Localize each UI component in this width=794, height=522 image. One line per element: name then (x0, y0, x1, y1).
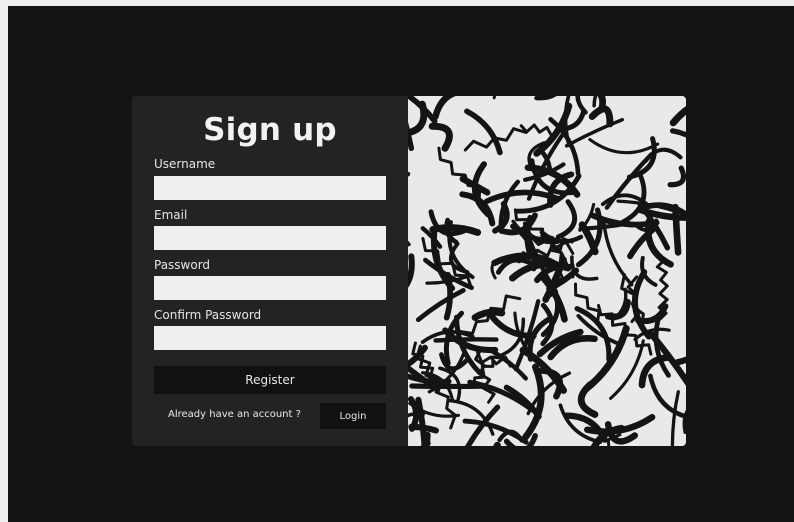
confirm-password-input[interactable] (154, 326, 386, 350)
pattern-zigzag (457, 294, 522, 335)
pattern-stroke (408, 240, 411, 247)
signup-card: Sign up Username Email Password Confirm … (132, 96, 686, 446)
pattern-stroke (575, 96, 588, 115)
pattern-zigzag (492, 96, 497, 100)
pattern-stroke (648, 373, 686, 420)
pattern-stroke (428, 122, 453, 152)
confirm-password-label: Confirm Password (154, 308, 262, 322)
pattern-stroke (420, 440, 431, 446)
squiggle-pattern-icon (408, 96, 686, 446)
pattern-stroke (588, 137, 660, 155)
login-button[interactable]: Login (320, 403, 386, 429)
pattern-stroke (667, 165, 686, 188)
email-label: Email (154, 208, 188, 222)
username-input[interactable] (154, 176, 386, 200)
pattern-zigzag (519, 123, 554, 138)
email-input[interactable] (154, 226, 386, 250)
pattern-stroke (674, 356, 686, 366)
pattern-stroke (555, 199, 578, 240)
pattern-stroke (408, 253, 415, 288)
abstract-pattern-image (408, 96, 686, 446)
pattern-stroke (672, 203, 682, 256)
username-label: Username (154, 157, 216, 171)
pattern-stroke (415, 396, 428, 446)
pattern-stroke (489, 314, 537, 339)
pattern-stroke (534, 96, 557, 101)
register-button[interactable]: Register (154, 366, 386, 394)
pattern-stroke (483, 189, 560, 205)
page-title: Sign up (203, 112, 337, 148)
pattern-stroke (670, 390, 680, 446)
page-background: Sign up Username Email Password Confirm … (8, 6, 794, 522)
pattern-stroke (669, 106, 686, 127)
pattern-stroke (493, 441, 501, 446)
pattern-stroke (602, 218, 634, 287)
password-label: Password (154, 258, 211, 272)
pattern-stroke (408, 423, 439, 434)
password-input[interactable] (154, 276, 386, 300)
already-have-account-text: Already have an account ? (168, 409, 301, 420)
signup-form: Sign up Username Email Password Confirm … (132, 96, 408, 446)
pattern-stroke (433, 337, 499, 343)
pattern-stroke (408, 121, 415, 152)
pattern-stroke (670, 128, 686, 138)
pattern-stroke (640, 255, 658, 287)
